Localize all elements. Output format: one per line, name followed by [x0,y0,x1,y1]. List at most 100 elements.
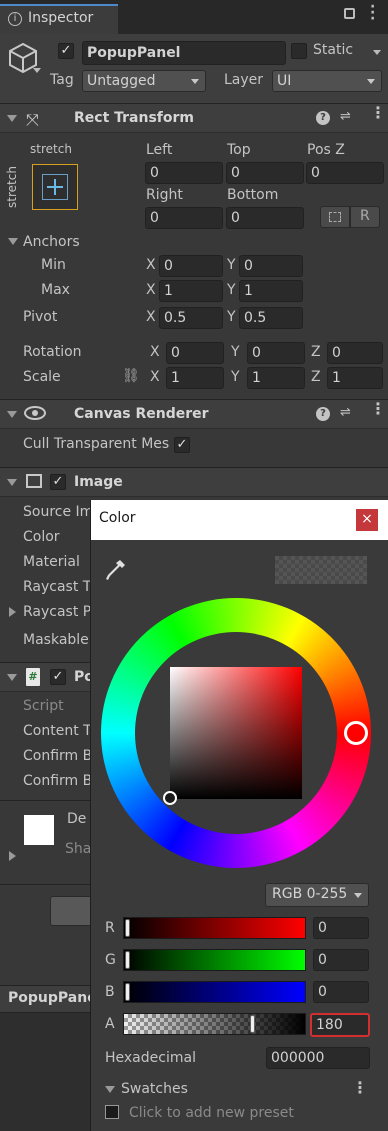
component-menu-icon[interactable]: ⋮ [370,401,386,417]
foldout-arrow-icon[interactable] [7,115,17,122]
presets-icon[interactable]: ⇌ [340,109,351,124]
cull-transparent-checkbox[interactable]: ✓ [174,437,190,453]
scale-y-label: Y [231,369,240,385]
anchors-foldout-icon[interactable] [8,238,18,245]
pivot-x-field[interactable]: 0.5 [159,307,223,329]
pivot-y-label: Y [227,309,236,325]
component-menu-icon[interactable]: ⋮ [370,105,386,121]
rot-y-label: Y [231,344,240,360]
foldout-arrow-icon[interactable] [7,479,17,486]
scale-z-label: Z [311,369,321,385]
max-y-field[interactable]: 1 [239,280,303,302]
content-text-label: Content T [23,723,92,739]
max-label: Max [41,282,70,298]
rot-y-field[interactable]: 0 [247,342,305,364]
hex-value-field[interactable]: 000000 [266,1047,370,1069]
rotation-label: Rotation [23,344,82,360]
shader-label: Sha [65,841,92,857]
scale-label: Scale [23,369,61,385]
max-x-label: X [146,282,156,298]
static-checkbox[interactable] [291,43,307,59]
object-name-field[interactable]: PopupPanel [82,41,286,65]
help-icon[interactable]: ? [316,111,330,125]
pivot-y-field[interactable]: 0.5 [239,307,303,329]
hue-handle[interactable] [344,721,368,745]
min-y-field[interactable]: 0 [239,255,303,277]
preview-foldout-icon[interactable] [9,851,16,861]
left-field[interactable]: 0 [145,162,223,184]
a-slider-handle[interactable] [250,1015,255,1033]
g-value-field[interactable]: 0 [313,949,369,971]
preset-hint-label: Click to add new preset [129,1105,294,1121]
color-label: Color [23,529,60,545]
swatches-foldout-icon[interactable] [105,1086,115,1093]
blueprint-mode-button[interactable] [320,206,350,228]
right-field[interactable]: 0 [145,207,223,229]
anchor-stretch-top-label: stretch [30,142,72,156]
chevron-down-icon [191,79,199,84]
g-slider[interactable] [123,949,306,971]
r-slider[interactable] [123,917,306,939]
raycast-padding-foldout-icon[interactable] [9,607,16,617]
static-label: Static [313,42,354,58]
layer-dropdown[interactable]: UI [272,70,382,92]
tag-value: Untagged [87,73,156,89]
b-value-field[interactable]: 0 [313,981,369,1003]
lock-icon[interactable] [344,8,355,19]
scale-z-field[interactable]: 1 [327,367,383,389]
help-icon[interactable]: ? [316,407,330,421]
r-slider-handle[interactable] [125,919,130,937]
static-dropdown-arrow-icon[interactable] [373,50,381,55]
rot-z-label: Z [311,344,321,360]
rect-transform-header[interactable]: ⤧ Rect Transform ? ⇌ ⋮ [0,103,388,133]
image-enabled-checkbox[interactable]: ✓ [50,474,66,490]
constrain-proportions-icon[interactable]: ⛓ [122,368,140,384]
saturation-value-square[interactable] [163,667,302,805]
rot-x-field[interactable]: 0 [166,342,224,364]
min-x-field[interactable]: 0 [159,255,223,277]
raw-edit-label: R [360,208,370,224]
rot-z-field[interactable]: 0 [327,342,383,364]
max-x-field[interactable]: 1 [159,280,223,302]
raw-edit-button[interactable]: R [350,206,380,228]
chevron-down-icon [354,893,362,898]
b-slider[interactable] [123,981,306,1003]
posz-field[interactable]: 0 [306,162,384,184]
a-slider[interactable] [123,1013,306,1035]
sv-handle[interactable] [163,791,177,805]
anchor-presets-button[interactable] [32,164,78,210]
presets-icon[interactable]: ⇌ [340,405,351,420]
swatches-menu-icon[interactable]: ⋮ [352,1080,368,1096]
tag-dropdown[interactable]: Untagged [82,70,206,92]
icon-dropdown-arrow-icon[interactable] [33,68,41,73]
r-label: R [105,920,115,936]
right-label: Right [146,187,183,203]
color-mode-dropdown[interactable]: RGB 0-255 [265,883,369,907]
r-value-field[interactable]: 0 [313,917,369,939]
add-preset-swatch[interactable] [105,1105,119,1119]
image-header[interactable]: ✓ Image [0,467,388,497]
foldout-arrow-icon[interactable] [7,674,17,681]
inspector-tab[interactable]: i Inspector [0,4,118,34]
top-field[interactable]: 0 [226,162,304,184]
popup-enabled-checkbox[interactable]: ✓ [50,669,66,685]
active-checkbox[interactable]: ✓ [58,43,74,59]
kebab-menu-icon[interactable]: · · · [370,0,375,26]
swatches-label: Swatches [121,1081,188,1097]
foldout-arrow-icon[interactable] [7,411,17,418]
color-picker-window[interactable]: Color × RGB 0-255 R 0 G 0 B 0 A 180 Hexa… [90,500,388,1131]
posz-label: Pos Z [307,142,345,158]
b-slider-handle[interactable] [125,983,130,1001]
rot-x-label: X [150,344,160,360]
scale-x-field[interactable]: 1 [166,367,224,389]
a-value-field[interactable]: 180 [310,1013,370,1037]
canvas-renderer-header[interactable]: Canvas Renderer ? ⇌ ⋮ [0,399,388,429]
g-slider-handle[interactable] [125,951,130,969]
color-picker-titlebar[interactable]: Color × [91,500,388,540]
scale-y-field[interactable]: 1 [247,367,305,389]
anchors-label: Anchors [23,234,80,250]
bottom-field[interactable]: 0 [226,207,304,229]
eyedropper-icon[interactable] [105,558,127,582]
close-button[interactable]: × [356,509,378,531]
rect-transform-icon: ⤧ [26,110,39,129]
